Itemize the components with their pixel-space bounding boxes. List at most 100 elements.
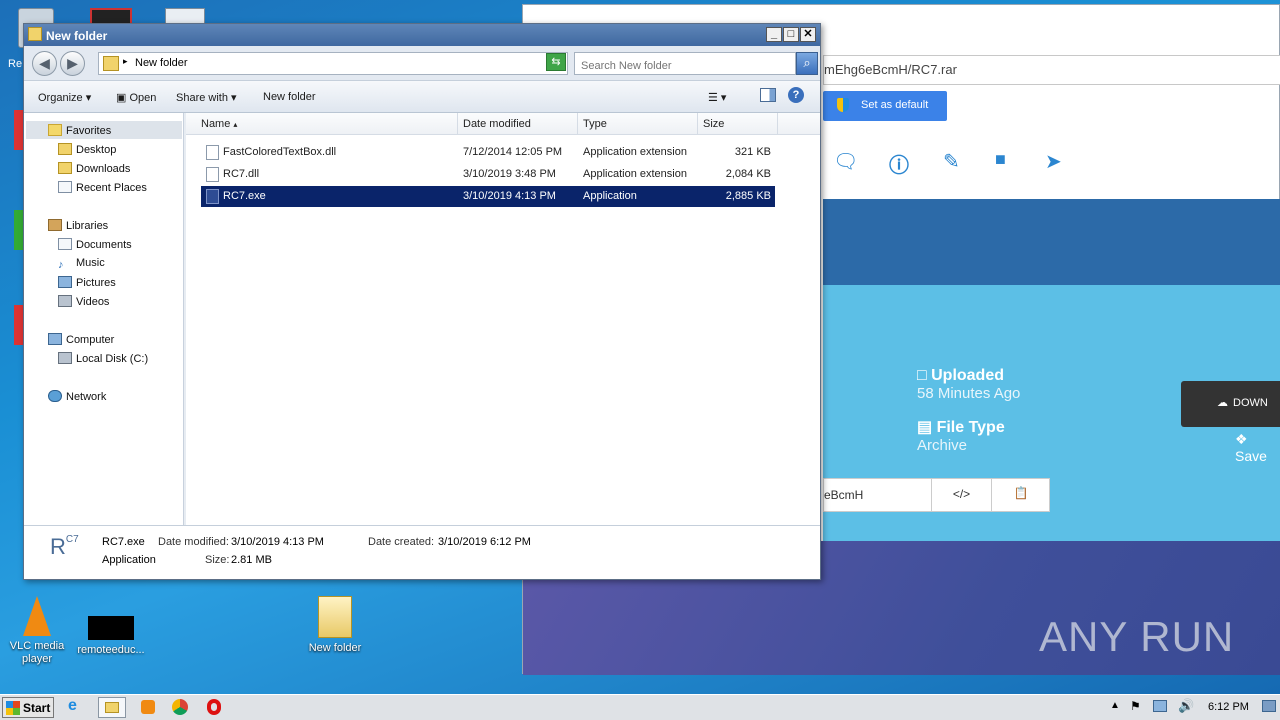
file-date: 3/10/2019 4:13 PM [463,190,556,202]
downloads-icon [58,162,72,174]
folder-icon [28,27,42,41]
show-hidden-icons[interactable]: ▲ [1110,700,1120,711]
url-text: mEhg6eBcmH/RC7.rar [824,62,957,77]
column-type[interactable]: Type [578,113,698,135]
file-type: Application extension [583,146,687,158]
open-button[interactable]: ▣ Open [116,91,156,104]
sidebar-item-recent-places[interactable]: Recent Places [58,181,147,194]
computer-icon [48,333,62,345]
sidebar-item-local-disk[interactable]: Local Disk (C:) [58,352,148,365]
taskbar: Start e ▲ ⚑ 🔊 6:12 PM [0,694,1280,720]
show-desktop-icon[interactable] [1262,700,1276,712]
file-name: RC7.exe [223,190,266,202]
recent-places-icon [58,181,72,193]
file-row-selected[interactable]: RC7.exe 3/10/2019 4:13 PM Application 2,… [201,186,775,207]
header-band [823,199,1280,285]
search-icon[interactable]: ⌕ [796,52,818,75]
uploaded-title: Uploaded [931,367,1004,384]
uploaded-block: □ Uploaded 58 Minutes Ago [917,367,1020,402]
videos-icon [58,295,72,307]
detail-size-value: 2.81 MB [231,554,272,566]
column-size[interactable]: Size [698,113,778,135]
file-row[interactable]: FastColoredTextBox.dll 7/12/2014 12:05 P… [201,142,775,163]
action-icon-row: 🗨 ⓘ ✎ ■ ➤ [823,145,1280,185]
column-name[interactable]: Name ▴ [196,113,458,135]
sidebar-item-favorites[interactable]: Favorites [48,124,111,137]
comments-icon[interactable]: 🗨 [833,149,858,174]
file-type-block: ▤ File Type Archive [917,417,1005,454]
start-button[interactable]: Start [2,697,54,718]
volume-icon[interactable]: 🔊 [1178,698,1194,714]
network-tray-icon[interactable] [1153,700,1167,712]
address-bar[interactable]: ▸ New folder ▼ [98,52,568,75]
explorer-taskbar-icon[interactable] [98,697,126,718]
detail-created-label: Date created: [368,536,435,548]
sidebar-item-libraries[interactable]: Libraries [48,219,108,232]
detail-modified-label: Date modified: [158,536,229,548]
desktop-icon-remoteeduc[interactable]: remoteeduc... [76,616,146,656]
drive-icon [58,352,72,364]
organize-button[interactable]: Organize ▾ [38,91,91,104]
send-icon[interactable]: ➤ [1045,149,1062,174]
help-icon[interactable]: ? [788,87,804,103]
star-icon [48,124,62,136]
url-bar[interactable]: mEhg6eBcmH/RC7.rar [823,55,1280,85]
action-center-flag-icon[interactable]: ⚑ [1130,699,1141,713]
view-options-icon[interactable]: ☰ ▾ [708,91,726,104]
sidebar-item-music[interactable]: ♪ Music [58,257,105,271]
save-link[interactable]: ❖ Save [1235,431,1279,464]
media-player-icon[interactable] [134,697,162,718]
chrome-icon[interactable] [166,697,194,718]
set-as-default-button[interactable]: Set as default [823,91,947,121]
desktop-icon-vlc[interactable]: VLC media player [2,596,72,666]
navigation-bar: ◀ ▶ ▸ New folder ▼ ⇆ ⌕ [24,46,820,80]
sidebar-item-pictures[interactable]: Pictures [58,276,116,289]
sidebar-item-computer[interactable]: Computer [48,333,114,346]
navigation-pane: Favorites Desktop Downloads Recent Place… [24,113,184,525]
sidebar-item-desktop[interactable]: Desktop [58,143,116,156]
column-date-modified[interactable]: Date modified [458,113,578,135]
file-name: RC7.dll [223,168,260,180]
column-header: Name ▴ Date modified Type Size [186,113,820,135]
desktop-icon-new-folder[interactable]: New folder [300,596,370,654]
pencil-icon[interactable]: ✎ [943,149,960,174]
breadcrumb-arrow-icon[interactable]: ▸ [123,56,128,67]
documents-icon [58,238,72,250]
share-link-text[interactable]: eBcmH [824,488,863,502]
file-row[interactable]: RC7.dll 3/10/2019 3:48 PM Application ex… [201,164,775,185]
network-icon [48,390,62,402]
uploaded-value: 58 Minutes Ago [917,385,1021,402]
minimize-button[interactable]: _ [766,27,782,42]
preview-pane-icon[interactable] [760,88,776,102]
maximize-button[interactable]: □ [783,27,799,42]
dll-file-icon [206,145,219,160]
info-icon[interactable]: ⓘ [889,149,909,178]
file-size: 321 KB [734,146,771,158]
embed-button[interactable]: </> [931,479,991,511]
file-icon: ▤ [917,419,937,436]
share-with-button[interactable]: Share with ▾ [176,91,237,104]
detail-size-label: Size: [205,554,230,566]
libraries-icon [48,219,62,231]
back-button[interactable]: ◀ [32,51,57,76]
window-title: New folder [46,29,108,43]
close-button[interactable]: ✕ [800,27,816,42]
calendar-icon: □ [917,367,932,384]
new-folder-button[interactable]: New folder [263,91,316,103]
sidebar-item-videos[interactable]: Videos [58,295,109,308]
ie-icon[interactable]: e [68,697,96,718]
copy-button[interactable]: 📋 [991,479,1050,511]
search-input[interactable] [574,52,796,75]
clock[interactable]: 6:12 PM [1208,701,1249,713]
lock-icon[interactable]: ■ [995,149,1006,170]
refresh-icon[interactable]: ⇆ [546,53,566,71]
file-date: 7/12/2014 12:05 PM [463,146,563,158]
forward-button[interactable]: ▶ [60,51,85,76]
sidebar-item-downloads[interactable]: Downloads [58,162,130,175]
opera-icon[interactable] [200,697,228,718]
sidebar-item-network[interactable]: Network [48,390,106,403]
title-bar[interactable]: New folder _ □ ✕ [24,24,820,46]
sidebar-item-documents[interactable]: Documents [58,238,132,251]
download-button[interactable]: ☁ DOWN [1181,381,1280,427]
explorer-window: New folder _ □ ✕ ◀ ▶ ▸ New folder ▼ ⇆ ⌕ … [23,23,821,580]
